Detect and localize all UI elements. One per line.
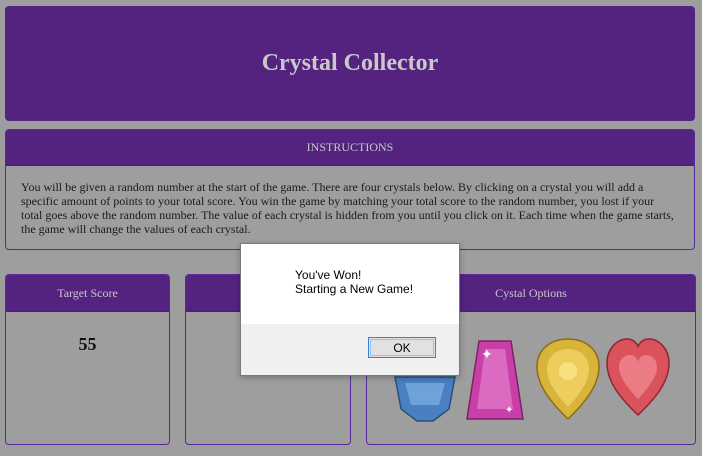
target-score-label: Target Score [6,275,169,312]
blue-crystal-icon[interactable] [391,373,459,423]
instructions-panel: INSTRUCTIONS You will be given a random … [5,129,695,250]
ok-button[interactable]: OK [368,337,436,358]
page-title: Crystal Collector [261,50,439,76]
target-score-panel: Target Score 55 [5,274,170,445]
target-score-value: 55 [78,334,97,354]
instructions-heading: INSTRUCTIONS [6,130,694,166]
dialog-message-line-1: You've Won! [295,268,362,282]
instructions-text: You will be given a random number at the… [21,180,674,236]
dialog-footer: OK [241,324,459,375]
dialog-message-line-2: Starting a New Game! [295,282,414,296]
svg-text:✦: ✦ [481,347,493,363]
svg-text:✦: ✦ [505,405,513,416]
title-banner: Crystal Collector [5,6,695,121]
yellow-crystal-icon[interactable] [535,337,601,421]
dialog-message: You've Won! Starting a New Game! [295,268,413,296]
pink-crystal-icon[interactable]: ✦ ✦ [465,339,525,423]
alert-dialog: You've Won! Starting a New Game! OK [240,243,460,376]
red-crystal-icon[interactable] [605,337,671,417]
